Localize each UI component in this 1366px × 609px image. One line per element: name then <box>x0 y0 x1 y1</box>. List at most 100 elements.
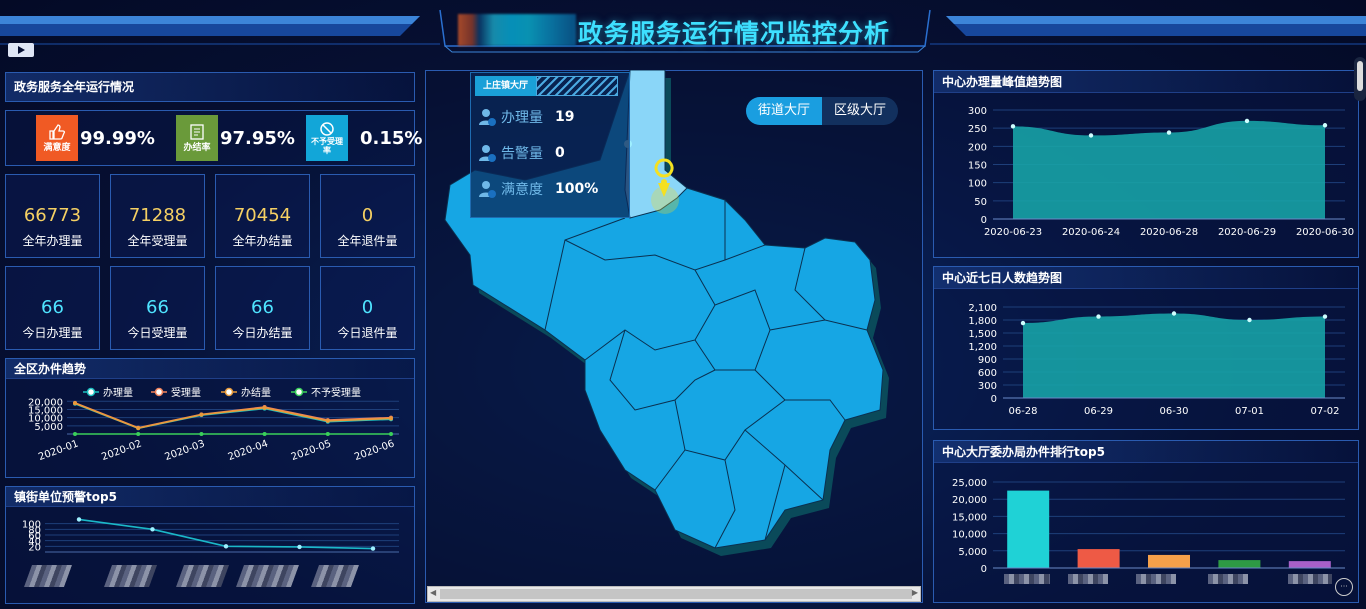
data-point <box>389 432 393 436</box>
info-label: 满意度 <box>501 182 543 198</box>
page-title: 政务服务运行情况监控分析 <box>578 19 891 48</box>
scroll-left-icon[interactable]: ◀ <box>430 588 436 597</box>
bar <box>1077 549 1120 568</box>
data-point <box>1322 314 1328 319</box>
y-tick-label: 600 <box>978 368 997 379</box>
stat-year-accepted: 71288 全年受理量 <box>110 174 205 258</box>
y-tick-label: 0 <box>981 564 987 575</box>
trend-chart: 办理量 受理量 办结量 不予受理量20,00015,00010,0005,000202… <box>28 386 399 463</box>
x-tick-label: 06-28 <box>1008 406 1037 417</box>
legend-label: 办结量 <box>241 386 271 399</box>
more-icon[interactable]: ··· <box>1335 578 1353 596</box>
info-value: 0 <box>555 145 565 161</box>
rank-chart: 25,000 20,000 15,000 10,000 5,000 0 <box>952 478 1345 575</box>
redacted-label <box>103 565 158 587</box>
hatch-decoration <box>536 76 619 96</box>
data-point <box>1096 314 1101 319</box>
redacted-label <box>175 565 230 587</box>
area-fill <box>1023 313 1325 398</box>
data-point <box>73 401 77 406</box>
stat-value: 66 <box>251 297 274 318</box>
redacted-label <box>310 565 360 587</box>
trend-panel-title: 全区办件趋势 <box>6 359 414 379</box>
data-point <box>76 517 82 522</box>
bar <box>1288 561 1331 568</box>
x-tick-label: 07-01 <box>1235 406 1264 417</box>
x-tick-label: 2020-06 <box>353 438 396 463</box>
tab-district-hall[interactable]: 区级大厅 <box>822 97 898 125</box>
data-point <box>1171 311 1177 316</box>
y-tick-label: 300 <box>968 106 987 117</box>
scroll-right-icon[interactable]: ▶ <box>912 588 918 597</box>
kpi-rejection: 不予受理率 0.15% <box>306 113 422 163</box>
stat-value: 66773 <box>23 205 82 226</box>
hall-level-toggle: 街道大厅 区级大厅 <box>746 97 899 125</box>
data-point <box>1247 317 1252 323</box>
stat-today-completed: 66 今日办结量 <box>215 266 310 350</box>
redacted-label <box>1136 574 1176 584</box>
legend-marker <box>154 387 164 397</box>
stat-year-handled: 66773 全年办理量 <box>5 174 100 258</box>
legend-marker <box>294 387 304 397</box>
legend-marker <box>224 387 234 397</box>
data-point <box>150 527 155 532</box>
series-line <box>74 402 392 429</box>
data-point <box>199 412 204 417</box>
user-icon <box>479 109 496 126</box>
user-icon <box>479 181 496 198</box>
y-tick-label: 0 <box>991 394 997 405</box>
play-button[interactable] <box>8 43 34 57</box>
data-point <box>389 416 393 421</box>
peak-panel-title: 中心办理量峰值趋势图 <box>934 71 1358 93</box>
page-vertical-scrollbar[interactable] <box>1354 57 1366 101</box>
y-tick-label: 1,800 <box>968 316 997 327</box>
redacted-label <box>1068 574 1108 584</box>
legend-label: 办理量 <box>103 386 133 399</box>
series-line <box>74 402 392 430</box>
stat-label: 全年受理量 <box>127 234 188 248</box>
hall-info-header: 上庄镇大厅 <box>471 73 629 99</box>
stat-label: 今日办理量 <box>22 326 83 340</box>
legend-label: 不予受理量 <box>311 387 361 399</box>
x-tick-label: 07-02 <box>1310 406 1339 417</box>
redacted-label <box>1208 574 1248 584</box>
y-tick-label: 300 <box>978 381 997 392</box>
tab-street-hall[interactable]: 街道大厅 <box>746 97 823 125</box>
stat-today-returned: 0 今日退件量 <box>320 266 415 350</box>
year-overview-panel: 政务服务全年运行情况 <box>5 72 415 102</box>
week-panel-title: 中心近七日人数趋势图 <box>934 267 1358 289</box>
series-line <box>74 402 392 429</box>
stat-value: 0 <box>361 205 374 226</box>
x-tick-label: 2020-06-29 <box>1218 227 1276 238</box>
y-tick-label: 150 <box>968 161 987 172</box>
stat-label: 全年办结量 <box>232 234 293 248</box>
map-horizontal-scrollbar[interactable]: ◀ ▶ <box>427 586 921 602</box>
scrollbar-thumb[interactable] <box>440 589 912 599</box>
y-tick-label: 2,100 <box>968 303 997 314</box>
kpi-satisfaction-value: 99.99% <box>80 127 155 149</box>
x-tick-label: 2020-06-23 <box>984 227 1042 238</box>
kpi-rejection-value: 0.15% <box>360 127 423 149</box>
stat-label: 全年退件量 <box>337 234 398 248</box>
info-row-satisfaction: 满意度 100% <box>471 171 629 207</box>
area-fill <box>1013 120 1325 219</box>
stat-value: 0 <box>361 297 374 318</box>
kpi-rejection-label: 不予受理率 <box>311 137 343 155</box>
user-icon <box>479 145 496 162</box>
y-tick-label: 0 <box>981 215 987 226</box>
data-point <box>370 546 376 551</box>
data-point <box>136 432 141 436</box>
y-tick-label: 100 <box>968 179 987 190</box>
play-icon <box>17 46 25 54</box>
data-point <box>73 432 77 436</box>
redacted-label <box>1004 574 1050 584</box>
document-icon: 办结率 <box>176 115 218 161</box>
stat-today-accepted: 66 今日受理量 <box>110 266 205 350</box>
stat-value: 71288 <box>128 205 187 226</box>
x-tick-label: 2020-06-30 <box>1296 227 1354 238</box>
data-point <box>1010 124 1016 129</box>
stat-label: 今日办结量 <box>232 326 293 340</box>
data-point <box>1088 133 1094 138</box>
scrollbar-thumb[interactable] <box>1357 61 1363 91</box>
legend-label: 受理量 <box>171 387 201 399</box>
